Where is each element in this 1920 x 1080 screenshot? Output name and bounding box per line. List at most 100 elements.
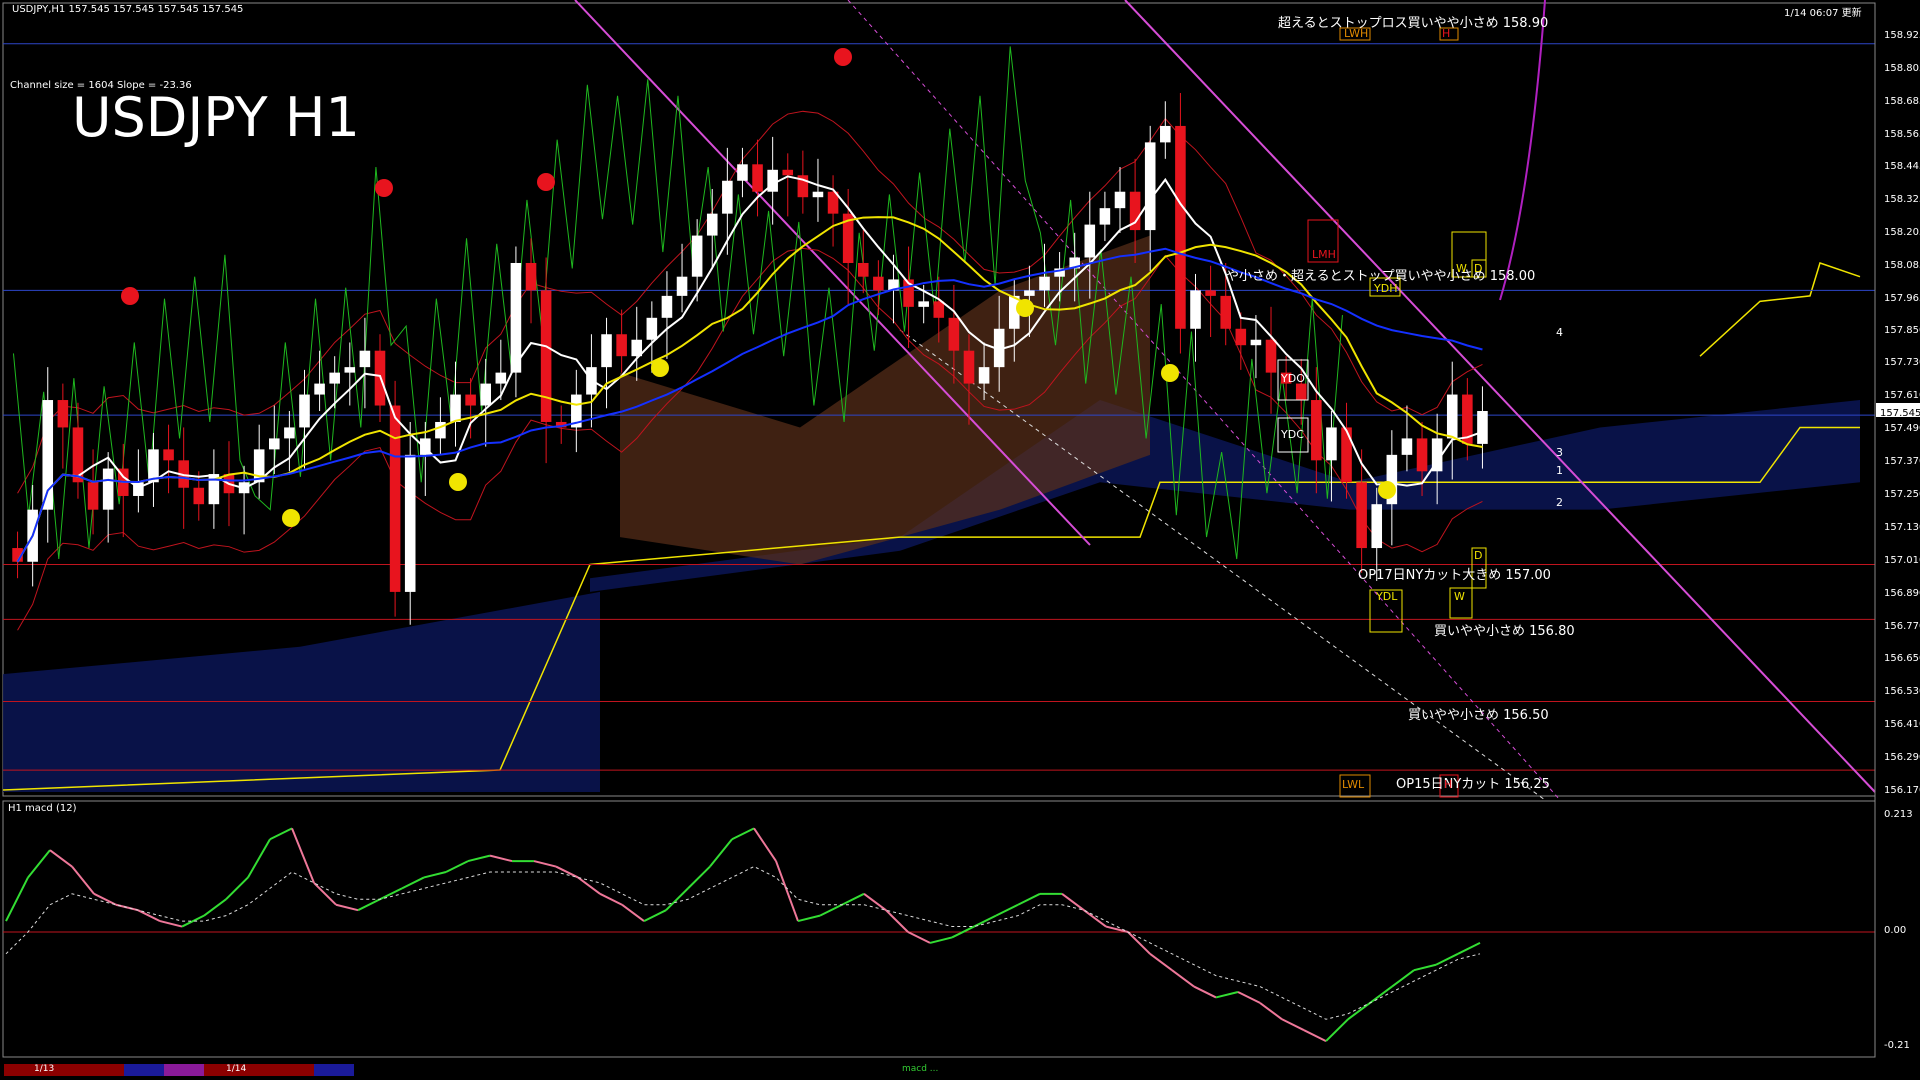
cloud-edge xyxy=(1699,262,1861,357)
candle-body xyxy=(1190,290,1201,329)
box-label: LWL xyxy=(1342,778,1365,791)
price-tick: 156.170 xyxy=(1884,785,1920,796)
candle-body xyxy=(1477,411,1488,444)
candle-body xyxy=(1175,125,1186,329)
macd-main-segment xyxy=(753,827,777,862)
candle-body xyxy=(1356,482,1367,549)
level-label-157-00: OP17日NYカット大きめ 157.00 xyxy=(1358,568,1551,583)
macd-main-segment xyxy=(401,876,425,890)
candle-body xyxy=(873,276,884,291)
candle-body xyxy=(1416,438,1428,472)
candle-body xyxy=(1341,427,1352,483)
macd-main-segment xyxy=(313,882,337,906)
box-label: D xyxy=(1474,549,1483,562)
macd-pane-frame xyxy=(2,800,1876,1058)
datetime-label: 1/14 06:07 更新 xyxy=(1784,8,1862,19)
candle-body xyxy=(661,295,673,318)
macd-main-segment xyxy=(731,827,755,841)
candle-body xyxy=(1311,400,1322,461)
candle-body xyxy=(1401,438,1413,455)
level-label-158-90: 超えるとストップロス買いやや小さめ 158.90 xyxy=(1278,16,1549,31)
box-label: H xyxy=(1442,27,1451,40)
candle-body xyxy=(706,213,718,236)
macd-tick: -0.21 xyxy=(1884,1039,1910,1051)
candle-body xyxy=(344,367,356,373)
macd-main-segment xyxy=(1325,1018,1349,1042)
cloud-band xyxy=(620,235,1150,565)
price-tick: 158.565 xyxy=(1884,128,1920,140)
macd-tick: 0.00 xyxy=(1884,925,1907,936)
candle-body xyxy=(284,427,295,439)
candle-body xyxy=(646,317,658,340)
macd-main-segment xyxy=(973,914,997,928)
macd-main-segment xyxy=(225,876,249,900)
price-tick: 158.445 xyxy=(1884,161,1920,173)
price-tick: 158.325 xyxy=(1884,194,1920,206)
price-tick: 158.085 xyxy=(1884,260,1920,272)
price-tick: 157.130 xyxy=(1884,521,1920,533)
candle-body xyxy=(314,383,325,395)
box-label: W xyxy=(1456,262,1467,275)
projection-number: 3 xyxy=(1556,446,1563,459)
macd-main-segment xyxy=(71,865,95,895)
macd-main-segment xyxy=(1281,1018,1305,1032)
macd-main-segment xyxy=(159,920,183,928)
macd-main-segment xyxy=(1457,942,1481,955)
candle-body xyxy=(676,276,688,296)
macd-main-segment xyxy=(577,876,601,895)
price-tick: 158.205 xyxy=(1884,227,1920,239)
macd-main-segment xyxy=(423,871,447,879)
macd-main-segment xyxy=(1193,985,1217,999)
candle-body xyxy=(495,372,507,384)
macd-main-segment xyxy=(269,827,293,841)
macd-main-segment xyxy=(1369,985,1393,1004)
candle-body xyxy=(616,334,627,357)
macd-main-segment xyxy=(797,914,821,923)
price-tick: 156.650 xyxy=(1884,653,1920,665)
macd-tick: 0.213 xyxy=(1884,808,1913,820)
price-chart[interactable] xyxy=(0,0,1920,1080)
macd-main-segment xyxy=(357,898,381,912)
price-tick: 158.925 xyxy=(1884,29,1920,41)
candle-body xyxy=(691,235,703,277)
price-tick: 158.805 xyxy=(1884,62,1920,74)
macd-main-segment xyxy=(1391,969,1415,988)
candle-body xyxy=(87,482,99,510)
candle-body xyxy=(933,301,945,318)
box-label: YDC xyxy=(1281,428,1304,441)
candle-body xyxy=(450,394,461,422)
price-tick: 157.250 xyxy=(1884,488,1920,500)
macd-lines xyxy=(5,827,1481,1042)
candle-body xyxy=(57,400,69,428)
indicator-legend: macd ... xyxy=(902,1064,939,1074)
candle-body xyxy=(1160,125,1171,143)
candle-body xyxy=(329,372,340,384)
regression-channel xyxy=(574,0,1876,801)
macd-main-segment xyxy=(929,936,953,944)
box-label: YDL xyxy=(1376,590,1398,603)
price-tick: 158.685 xyxy=(1884,95,1920,107)
date-label-2: 1/14 xyxy=(226,1064,247,1074)
price-tick: 156.530 xyxy=(1884,686,1920,698)
macd-main-segment xyxy=(643,909,667,922)
macd-main-segment xyxy=(995,903,1019,917)
macd-main-segment xyxy=(863,893,887,911)
candle-body xyxy=(1144,142,1156,231)
candle-body xyxy=(1371,504,1383,549)
macd-window-label: H1 macd (12) xyxy=(8,803,77,814)
level-label-156-50: 買いやや小さめ 156.50 xyxy=(1408,708,1549,723)
macd-main-segment xyxy=(555,865,579,879)
candle-body xyxy=(737,164,748,181)
macd-main-segment xyxy=(335,903,359,912)
candle-body xyxy=(978,367,990,384)
candle-body xyxy=(1205,290,1216,296)
macd-main-segment xyxy=(1149,953,1173,971)
candle-body xyxy=(193,487,205,505)
box-label: H xyxy=(1444,778,1453,791)
macd-main-segment xyxy=(775,860,799,922)
macd-main-segment xyxy=(137,909,161,922)
candle-body xyxy=(1295,383,1307,401)
level-label-156-25: OP15日NYカット 156.25 xyxy=(1396,777,1550,792)
macd-main-segment xyxy=(379,887,403,901)
candle-body xyxy=(1446,394,1458,439)
